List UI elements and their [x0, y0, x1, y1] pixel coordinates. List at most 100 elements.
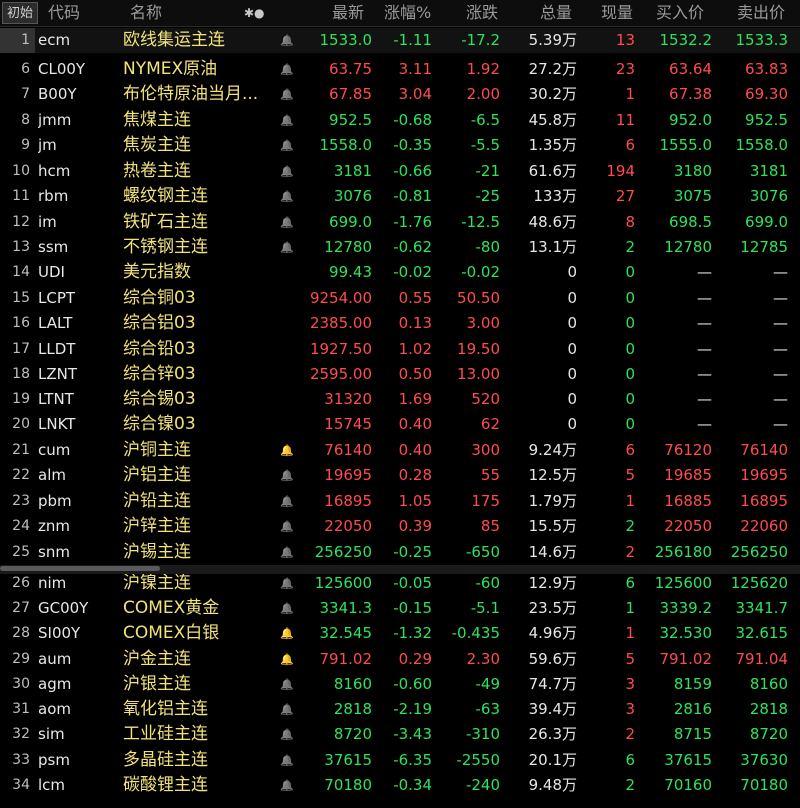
row-ask: — — [773, 263, 788, 281]
table-row[interactable]: 27 GC00Y COMEX黄金 🔔 3341.3 -0.15 -5.1 23.5万 1 3339… — [0, 596, 800, 621]
row-last-price: 32.545 — [319, 624, 373, 642]
table-row[interactable]: 23 pbm 沪铅主连 🔔 16895 1.05 175 1.79万 1 16885 16895 — [0, 489, 800, 514]
table-row[interactable]: 21 cum 沪铜主连 🔔 76140 0.40 300 9.24万 6 76120 76140 — [0, 438, 800, 463]
table-row[interactable]: 15 LCPT 综合铜03 9254.00 0.55 50.50 0 0 — — — [0, 286, 800, 311]
table-row[interactable]: 25 snm 沪锡主连 🔔 256250 -0.25 -650 14.6万 2 256180 256… — [0, 540, 800, 565]
alert-bell-icon[interactable]: 🔔 — [276, 621, 298, 646]
table-row[interactable]: 9 jm 焦炭主连 🔔 1558.0 -0.35 -5.5 1.35万 6 1555.0 1558.… — [0, 133, 800, 158]
table-row[interactable]: 6 CL00Y NYMEX原油 🔔 63.75 3.11 1.92 27.2万 23 63.64 6… — [0, 57, 800, 82]
table-row[interactable]: 19 LTNT 综合锡03 31320 1.69 520 0 0 — — — [0, 387, 800, 412]
alert-bell-icon[interactable]: 🔔 — [276, 647, 298, 672]
alert-bell-icon[interactable] — [276, 337, 298, 362]
alert-bell-icon[interactable]: 🔔 — [276, 463, 298, 488]
table-row[interactable]: 11 rbm 螺纹钢主连 🔔 3076 -0.81 -25 133万 27 3075 3076 — [0, 184, 800, 209]
row-bid: 67.38 — [669, 85, 712, 103]
alert-bell-icon[interactable]: 🔔 — [276, 28, 298, 53]
alert-bell-icon[interactable]: 🔔 — [276, 748, 298, 773]
alert-bell-icon[interactable]: 🔔 — [276, 438, 298, 463]
table-row[interactable]: 33 psm 多晶硅主连 🔔 37615 -6.35 -2550 20.1万 6 37615 376… — [0, 748, 800, 773]
table-row[interactable]: 28 SI00Y COMEX白银 🔔 32.545 -1.32 -0.435 4.96万 1 32… — [0, 621, 800, 646]
alert-bell-icon[interactable]: 🔔 — [276, 210, 298, 235]
table-row[interactable]: 34 lcm 碳酸锂主连 🔔 70180 -0.34 -240 9.48万 2 70160 7018… — [0, 773, 800, 798]
alert-bell-icon[interactable]: 🔔 — [276, 184, 298, 209]
alert-bell-icon[interactable]: 🔔 — [276, 722, 298, 747]
horizontal-scrollbar-thumb[interactable] — [0, 566, 160, 571]
header-name[interactable]: 名称 — [130, 0, 162, 26]
alert-bell-icon[interactable]: 🔔 — [276, 159, 298, 184]
row-change-pct: 0.13 — [398, 314, 432, 332]
table-row[interactable]: 7 B00Y 布伦特原油当月... 🔔 67.85 3.04 2.00 30.2万 1 67.38… — [0, 82, 800, 107]
alert-bell-icon[interactable] — [276, 412, 298, 437]
alert-bell-icon[interactable]: 🔔 — [276, 57, 298, 82]
row-code: LCPT — [38, 289, 76, 307]
table-row[interactable]: 29 aum 沪金主连 🔔 791.02 0.29 2.30 59.6万 5 791.02 791.… — [0, 647, 800, 672]
column-settings-icon[interactable]: ✱● — [244, 0, 265, 26]
row-change-pct: 1.69 — [398, 390, 432, 408]
row-last-price: 1533.0 — [319, 31, 373, 49]
row-last-price: 256250 — [314, 543, 372, 561]
header-pct[interactable]: 涨幅% — [384, 0, 431, 26]
alert-bell-icon[interactable] — [276, 311, 298, 336]
alert-bell-icon[interactable]: 🔔 — [276, 514, 298, 539]
row-current-volume: 1 — [625, 492, 635, 510]
alert-bell-icon[interactable]: 🔔 — [276, 697, 298, 722]
row-change-pct: -1.32 — [393, 624, 432, 642]
table-row[interactable]: 31 aom 氧化铝主连 🔔 2818 -2.19 -63 39.4万 3 2816 2818 — [0, 697, 800, 722]
table-row[interactable]: 13 ssm 不锈钢主连 🔔 12780 -0.62 -80 13.1万 2 12780 12785 — [0, 235, 800, 260]
table-row[interactable]: 22 alm 沪铝主连 🔔 19695 0.28 55 12.5万 5 19685 19695 — [0, 463, 800, 488]
alert-bell-icon[interactable]: 🔔 — [276, 540, 298, 565]
table-row[interactable]: 18 LZNT 综合锌03 2595.00 0.50 13.00 0 0 — — — [0, 362, 800, 387]
alert-bell-icon[interactable]: 🔔 — [276, 489, 298, 514]
row-current-volume: 0 — [625, 365, 635, 383]
header-ask[interactable]: 卖出价 — [737, 0, 785, 26]
header-vol[interactable]: 总量 — [540, 0, 572, 26]
header-cur[interactable]: 现量 — [601, 0, 633, 26]
alert-bell-icon[interactable] — [276, 286, 298, 311]
table-row[interactable]: 10 hcm 热卷主连 🔔 3181 -0.66 -21 61.6万 194 3180 3181 — [0, 159, 800, 184]
row-current-volume: 0 — [625, 390, 635, 408]
alert-bell-icon[interactable]: 🔔 — [276, 108, 298, 133]
table-row[interactable]: 14 UDI 美元指数 99.43 -0.02 -0.02 0 0 — — — [0, 260, 800, 285]
alert-bell-icon[interactable]: 🔔 — [276, 596, 298, 621]
row-code: im — [38, 213, 57, 231]
table-row[interactable]: 32 sim 工业硅主连 🔔 8720 -3.43 -310 26.3万 2 8715 8720 — [0, 722, 800, 747]
table-row[interactable]: 17 LLDT 综合铅03 1927.50 1.02 19.50 0 0 — — — [0, 337, 800, 362]
alert-bell-icon[interactable]: 🔔 — [276, 672, 298, 697]
row-name: 沪铜主连 — [123, 440, 191, 460]
alert-bell-icon[interactable]: 🔔 — [276, 235, 298, 260]
row-index: 34 — [12, 777, 30, 793]
alert-bell-icon[interactable]: 🔔 — [276, 82, 298, 107]
row-change: -5.1 — [470, 599, 500, 617]
table-row[interactable]: 30 agm 沪银主连 🔔 8160 -0.60 -49 74.7万 3 8159 8160 — [0, 672, 800, 697]
row-current-volume: 2 — [625, 517, 635, 535]
row-current-volume: 6 — [625, 574, 635, 592]
header-bid[interactable]: 买入价 — [656, 0, 704, 26]
table-row[interactable]: 12 im 铁矿石主连 🔔 699.0 -1.76 -12.5 48.6万 8 698.5 699.… — [0, 210, 800, 235]
alert-bell-icon[interactable] — [276, 362, 298, 387]
row-volume: 23.5万 — [528, 599, 577, 617]
row-index: 16 — [12, 315, 30, 331]
table-row[interactable]: 16 LALT 综合铝03 2385.00 0.13 3.00 0 0 — — — [0, 311, 800, 336]
row-current-volume: 5 — [625, 650, 635, 668]
row-last-price: 125600 — [314, 574, 372, 592]
row-bid: 3339.2 — [659, 599, 713, 617]
table-row[interactable]: 8 jmm 焦煤主连 🔔 952.5 -0.68 -6.5 45.8万 11 952.0 952.5 — [0, 108, 800, 133]
alert-bell-icon[interactable] — [276, 387, 298, 412]
alert-bell-icon[interactable]: 🔔 — [276, 133, 298, 158]
header-last[interactable]: 最新 — [332, 0, 364, 26]
row-change: -0.435 — [451, 624, 500, 642]
table-row[interactable]: 24 znm 沪锌主连 🔔 22050 0.39 85 15.5万 2 22050 22060 — [0, 514, 800, 539]
table-row[interactable]: 26 nim 沪镍主连 🔔 125600 -0.05 -60 12.9万 6 125600 1256… — [0, 571, 800, 596]
table-row[interactable]: 20 LNKT 综合镍03 15745 0.40 62 0 0 — — — [0, 412, 800, 437]
alert-bell-icon[interactable] — [276, 260, 298, 285]
row-code: alm — [38, 466, 66, 484]
row-name: 综合镍03 — [123, 414, 196, 434]
row-ask: 791.04 — [735, 650, 789, 668]
row-bid: — — [697, 340, 712, 358]
alert-bell-icon[interactable]: 🔔 — [276, 571, 298, 596]
alert-bell-icon[interactable]: 🔔 — [276, 773, 298, 798]
init-button[interactable]: 初始 — [2, 2, 38, 24]
table-row[interactable]: 1 ecm 欧线集运主连 🔔 1533.0 -1.11 -17.2 5.39万 13 1532.2… — [0, 28, 800, 53]
header-chg[interactable]: 涨跌 — [466, 0, 498, 26]
header-code[interactable]: 代码 — [48, 0, 80, 26]
